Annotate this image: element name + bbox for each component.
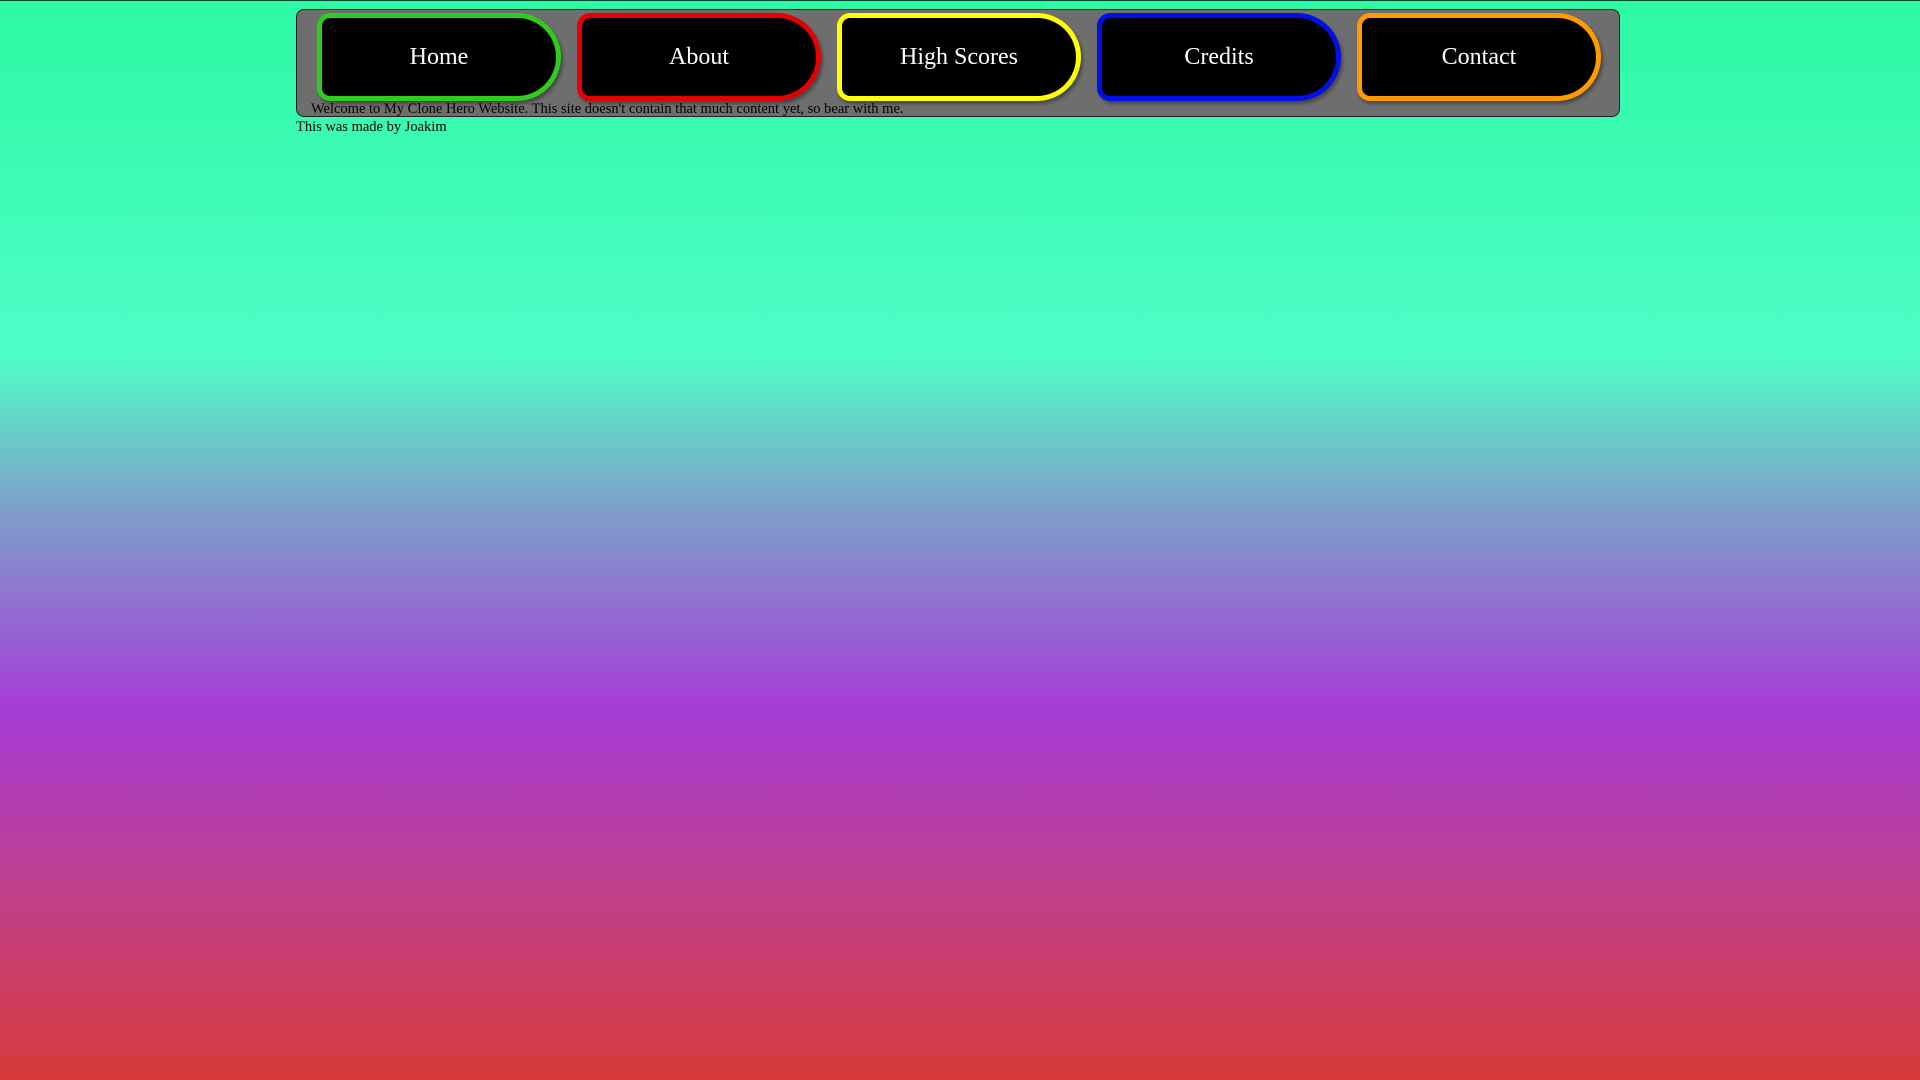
nav-button-home-label: Home bbox=[409, 43, 469, 70]
top-border-line bbox=[0, 0, 1920, 1]
author-credit: This was made by Joakim bbox=[296, 119, 447, 135]
welcome-message: Welcome to My Clone Hero Website. This s… bbox=[311, 101, 904, 117]
nav-button-high-scores[interactable]: High Scores bbox=[837, 13, 1081, 101]
nav-button-high-scores-label: High Scores bbox=[900, 43, 1018, 70]
nav-button-about[interactable]: About bbox=[577, 13, 821, 101]
page-wrapper: Home About High Scores Credits Contact W… bbox=[296, 9, 1624, 135]
nav-button-credits-label: Credits bbox=[1184, 43, 1254, 70]
nav-panel: Home About High Scores Credits Contact W… bbox=[296, 9, 1620, 117]
nav-button-contact-label: Contact bbox=[1441, 43, 1517, 70]
nav-button-credits[interactable]: Credits bbox=[1097, 13, 1341, 101]
nav-button-contact[interactable]: Contact bbox=[1357, 13, 1601, 101]
nav-button-home[interactable]: Home bbox=[317, 13, 561, 101]
nav-button-about-label: About bbox=[669, 43, 729, 70]
